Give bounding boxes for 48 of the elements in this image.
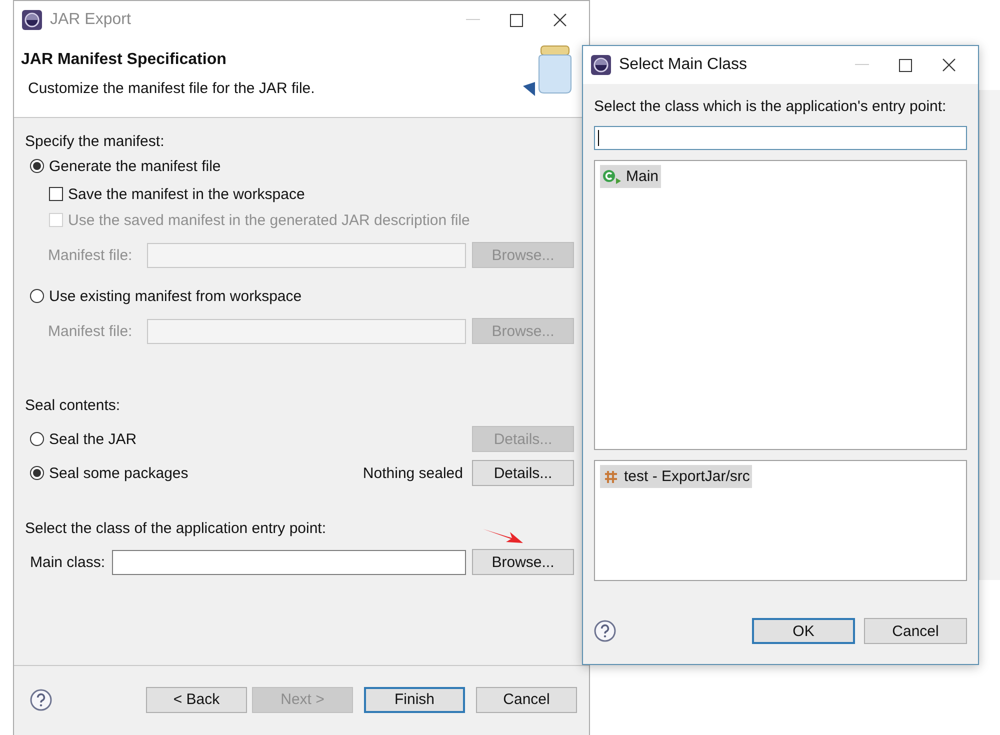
package-item[interactable]: test - ExportJar/src [600,465,752,488]
section-heading: Select the class of the application entry point: [25,518,326,538]
field-label: Manifest file: [48,246,134,264]
app-icon [22,10,42,30]
radio-button[interactable] [30,466,44,480]
app-icon [591,55,611,75]
dialog-button[interactable]: Finish [364,686,465,712]
main-class-field[interactable] [112,550,466,574]
section-heading: Specify the manifest: [25,132,164,152]
jar-icon [523,44,573,96]
seal-status: Nothing sealed [362,464,464,482]
close-icon[interactable] [553,13,567,27]
radio-button[interactable] [30,432,44,446]
checkbox-label: Save the manifest in the workspace [68,186,305,202]
manifest-file-field[interactable] [147,242,466,268]
class-item[interactable]: Main [600,165,661,188]
browse-button[interactable]: Browse... [472,549,574,575]
radio-label: Seal the JAR [49,430,137,448]
window-title: JAR Export [50,11,132,29]
maximize-icon[interactable] [510,14,523,26]
class-icon [602,168,622,184]
radio-button[interactable] [30,159,44,173]
search-field[interactable] [594,126,967,150]
help-icon[interactable] [594,620,616,642]
radio-label: Generate the manifest file [49,158,221,174]
arrow-icon [482,527,524,545]
dialog-button[interactable]: < Back [146,686,247,712]
checkbox-label: Use the saved manifest in the generated JAR description file [68,212,470,228]
dialog-button[interactable]: Cancel [864,618,967,644]
dialog-button[interactable]: Cancel [476,686,577,712]
help-icon[interactable] [30,688,52,710]
radio-label: Use existing manifest from workspace [49,288,302,304]
dialog-button[interactable]: OK [752,618,855,644]
checkbox[interactable] [49,187,63,201]
radio-label: Seal some packages [49,464,188,482]
dialog-prompt: Select the class which is the application's entry point: [594,98,948,117]
package-icon [602,470,620,484]
section-heading: Seal contents: [25,396,120,416]
details-button[interactable]: Details... [472,460,574,486]
field-label: Manifest file: [48,322,134,340]
manifest-file-field[interactable] [147,318,466,344]
close-icon[interactable] [942,58,956,72]
page-description: Customize the manifest file for the JAR file. [27,80,316,97]
page-title: JAR Manifest Specification [21,51,228,69]
radio-button[interactable] [30,289,44,303]
maximize-icon[interactable] [899,58,912,72]
field-label: Main class: [30,554,106,570]
window-title: Select Main Class [619,56,748,74]
